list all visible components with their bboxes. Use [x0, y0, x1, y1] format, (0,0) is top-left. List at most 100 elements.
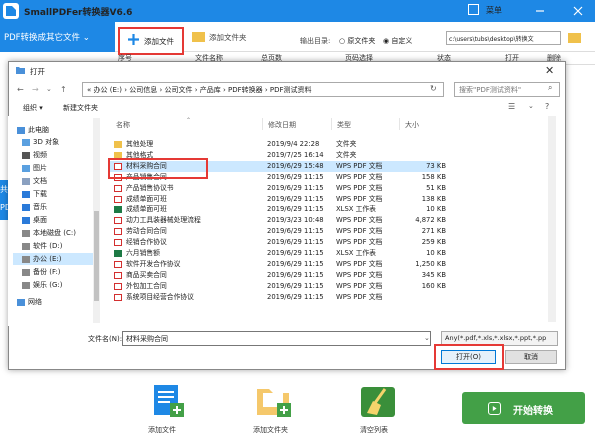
- sidebar-pdf-convert-label: PDF转换成其它文件: [4, 33, 81, 43]
- breadcrumb-current[interactable]: PDF测试资料: [270, 86, 312, 94]
- col-name[interactable]: 名称: [116, 120, 130, 130]
- bottom-add-file-label[interactable]: 添加文件: [148, 425, 176, 435]
- filename-input[interactable]: 材料采购合同: [122, 331, 431, 346]
- radio-custom[interactable]: ◉ 自定义: [383, 36, 412, 46]
- menu-icon[interactable]: [468, 4, 479, 15]
- file-name: 商品买卖合同: [126, 270, 167, 279]
- nav-item-desktop[interactable]: 桌面: [22, 214, 47, 226]
- add-folder-large-icon[interactable]: [255, 385, 295, 419]
- nav-item-downloads[interactable]: 下载: [22, 188, 47, 200]
- file-row[interactable]: 其他处理 2019/9/4 22:28 文件夹: [114, 139, 454, 150]
- col-date[interactable]: 修改日期: [268, 120, 296, 130]
- add-file-large-icon[interactable]: [148, 385, 188, 419]
- nav-item-drive-c[interactable]: 本地磁盘 (C:): [22, 227, 76, 239]
- breadcrumb-overflow[interactable]: «: [87, 86, 91, 94]
- file-type: WPS PDF 文档: [336, 227, 383, 236]
- breadcrumb-item[interactable]: 公司文件: [165, 86, 193, 94]
- nav-item-drive-e[interactable]: 办公 (E:): [13, 253, 93, 265]
- add-folder-button[interactable]: 添加文件夹: [192, 32, 247, 43]
- dialog-toolbar: 组织 ▾ 新建文件夹 ☰ ⌄ ?: [8, 100, 566, 116]
- chevron-down-icon[interactable]: ⌄: [424, 334, 430, 342]
- up-arrow-icon[interactable]: ↑: [60, 85, 67, 94]
- recent-chevron-icon[interactable]: ⌄: [46, 85, 52, 93]
- nav-item-label: 软件 (D:): [33, 242, 63, 250]
- breadcrumb-item[interactable]: 公司信息: [129, 86, 157, 94]
- nav-scrollbar-thumb[interactable]: [94, 211, 99, 301]
- breadcrumb-item[interactable]: 产品库: [200, 86, 221, 94]
- pdf-icon: [114, 293, 122, 301]
- file-type: WPS PDF 文档: [336, 270, 383, 279]
- file-size: 4,872 KB: [415, 216, 446, 225]
- sidebar-item-active[interactable]: 共 PDF: [0, 180, 16, 220]
- refresh-icon[interactable]: ↻: [430, 84, 437, 93]
- new-folder-button[interactable]: 新建文件夹: [63, 103, 98, 113]
- sidebar-pdf-convert[interactable]: PDF转换成其它文件 ⌄: [0, 22, 115, 52]
- output-path-field[interactable]: c:\users\tubs\desktop\转换文: [446, 31, 561, 45]
- file-row[interactable]: 软件开发合作协议 2019/6/29 11:15 WPS PDF 文档 1,250 K…: [114, 259, 454, 270]
- forward-arrow-icon[interactable]: →: [32, 85, 39, 94]
- file-type: WPS PDF 文档: [336, 172, 383, 181]
- file-row[interactable]: 外包加工合同 2019/6/29 11:15 WPS PDF 文档 160 KB: [114, 281, 454, 292]
- nav-item-this-pc[interactable]: 此电脑: [17, 124, 49, 136]
- file-row[interactable]: 商品买卖合同 2019/6/29 11:15 WPS PDF 文档 345 KB: [114, 270, 454, 281]
- file-date: 2019/6/29 11:15: [267, 183, 324, 192]
- file-row[interactable]: 劳动合同合同 2019/6/29 11:15 WPS PDF 文档 271 KB: [114, 226, 454, 237]
- file-row[interactable]: 系统项目经营合作协议 2019/6/29 11:15 WPS PDF 文档: [114, 292, 454, 303]
- file-list-scrollbar[interactable]: [548, 116, 556, 322]
- cube-icon: [22, 138, 30, 146]
- file-date: 2019/6/29 15:48: [267, 161, 324, 170]
- menu-button[interactable]: 菜单: [486, 5, 502, 16]
- drive-icon: [22, 268, 30, 276]
- nav-item-label: 3D 对象: [33, 138, 60, 146]
- nav-item-drive-d[interactable]: 软件 (D:): [22, 240, 62, 252]
- back-arrow-icon[interactable]: ←: [17, 85, 24, 94]
- dialog-title-bar: [8, 61, 566, 79]
- bottom-clear-list-label[interactable]: 清空列表: [360, 425, 388, 435]
- file-row[interactable]: 六月销售额 2019/6/29 11:15 XLSX 工作表 10 KB: [114, 248, 454, 259]
- file-row[interactable]: 经销合作协议 2019/6/29 11:15 WPS PDF 文档 259 KB: [114, 237, 454, 248]
- address-bar[interactable]: « 办公 (E:) › 公司信息 › 公司文件 › 产品库 › PDF转换器 ›…: [82, 82, 444, 97]
- nav-item-drive-f[interactable]: 备份 (F:): [22, 266, 61, 278]
- nav-item-music[interactable]: 音乐: [22, 201, 47, 213]
- nav-item-3d[interactable]: 3D 对象: [22, 136, 59, 148]
- file-type: WPS PDF 文档: [336, 183, 383, 192]
- chevron-down-icon[interactable]: ⌄: [528, 102, 534, 110]
- file-row[interactable]: 成绩单面可班 2019/6/29 11:15 WPS PDF 文档 138 KB: [114, 194, 454, 205]
- radio-original-folder[interactable]: ○ 原文件夹: [339, 36, 375, 46]
- view-options-icon[interactable]: ☰: [508, 102, 515, 111]
- help-icon[interactable]: ?: [545, 102, 549, 111]
- close-icon[interactable]: [573, 6, 583, 16]
- cancel-button[interactable]: 取消: [505, 350, 557, 364]
- file-row[interactable]: 成绩单面可班 2019/6/29 11:15 XLSX 工作表 10 KB: [114, 204, 454, 215]
- nav-item-pictures[interactable]: 图片: [22, 162, 47, 174]
- file-row[interactable]: 动力工具装器械处理流程 2019/3/23 10:48 WPS PDF 文档 4,87…: [114, 215, 454, 226]
- organize-menu[interactable]: 组织 ▾: [23, 103, 43, 113]
- app-title: SmallPDFer转换器V6.6: [24, 8, 133, 18]
- nav-item-documents[interactable]: 文档: [22, 175, 47, 187]
- browse-folder-icon[interactable]: [568, 33, 581, 43]
- nav-item-label: 办公 (E:): [33, 255, 62, 263]
- nav-item-label: 本地磁盘 (C:): [33, 229, 76, 237]
- nav-item-network[interactable]: 网络: [17, 296, 42, 308]
- nav-item-drive-g[interactable]: 娱乐 (G:): [22, 279, 62, 291]
- pdf-icon: [114, 184, 122, 192]
- file-date: 2019/6/29 11:15: [267, 249, 324, 257]
- pdf-icon: [114, 239, 122, 247]
- broom-icon[interactable]: [359, 385, 399, 419]
- file-size: 259 KB: [421, 238, 446, 247]
- file-row[interactable]: 产品销售协议书 2019/6/29 11:15 WPS PDF 文档 51 KB: [114, 183, 454, 194]
- bottom-add-folder-label[interactable]: 添加文件夹: [253, 425, 288, 435]
- file-date: 2019/6/29 11:15: [267, 194, 324, 203]
- col-size[interactable]: 大小: [405, 120, 419, 130]
- dialog-close-icon[interactable]: ✕: [545, 64, 554, 77]
- search-input[interactable]: 搜索"PDF测试资料": [454, 82, 560, 97]
- breadcrumb-item[interactable]: PDF转换器: [228, 86, 263, 94]
- nav-item-video[interactable]: 视频: [22, 149, 47, 161]
- col-type[interactable]: 类型: [337, 120, 351, 130]
- file-type: XLSX 工作表: [336, 205, 376, 214]
- breadcrumb-drive[interactable]: 办公 (E:): [94, 86, 122, 94]
- network-icon: [17, 298, 25, 306]
- file-date: 2019/6/29 11:15: [267, 259, 324, 268]
- file-size: 51 KB: [426, 183, 446, 192]
- minimize-icon[interactable]: [535, 6, 545, 16]
